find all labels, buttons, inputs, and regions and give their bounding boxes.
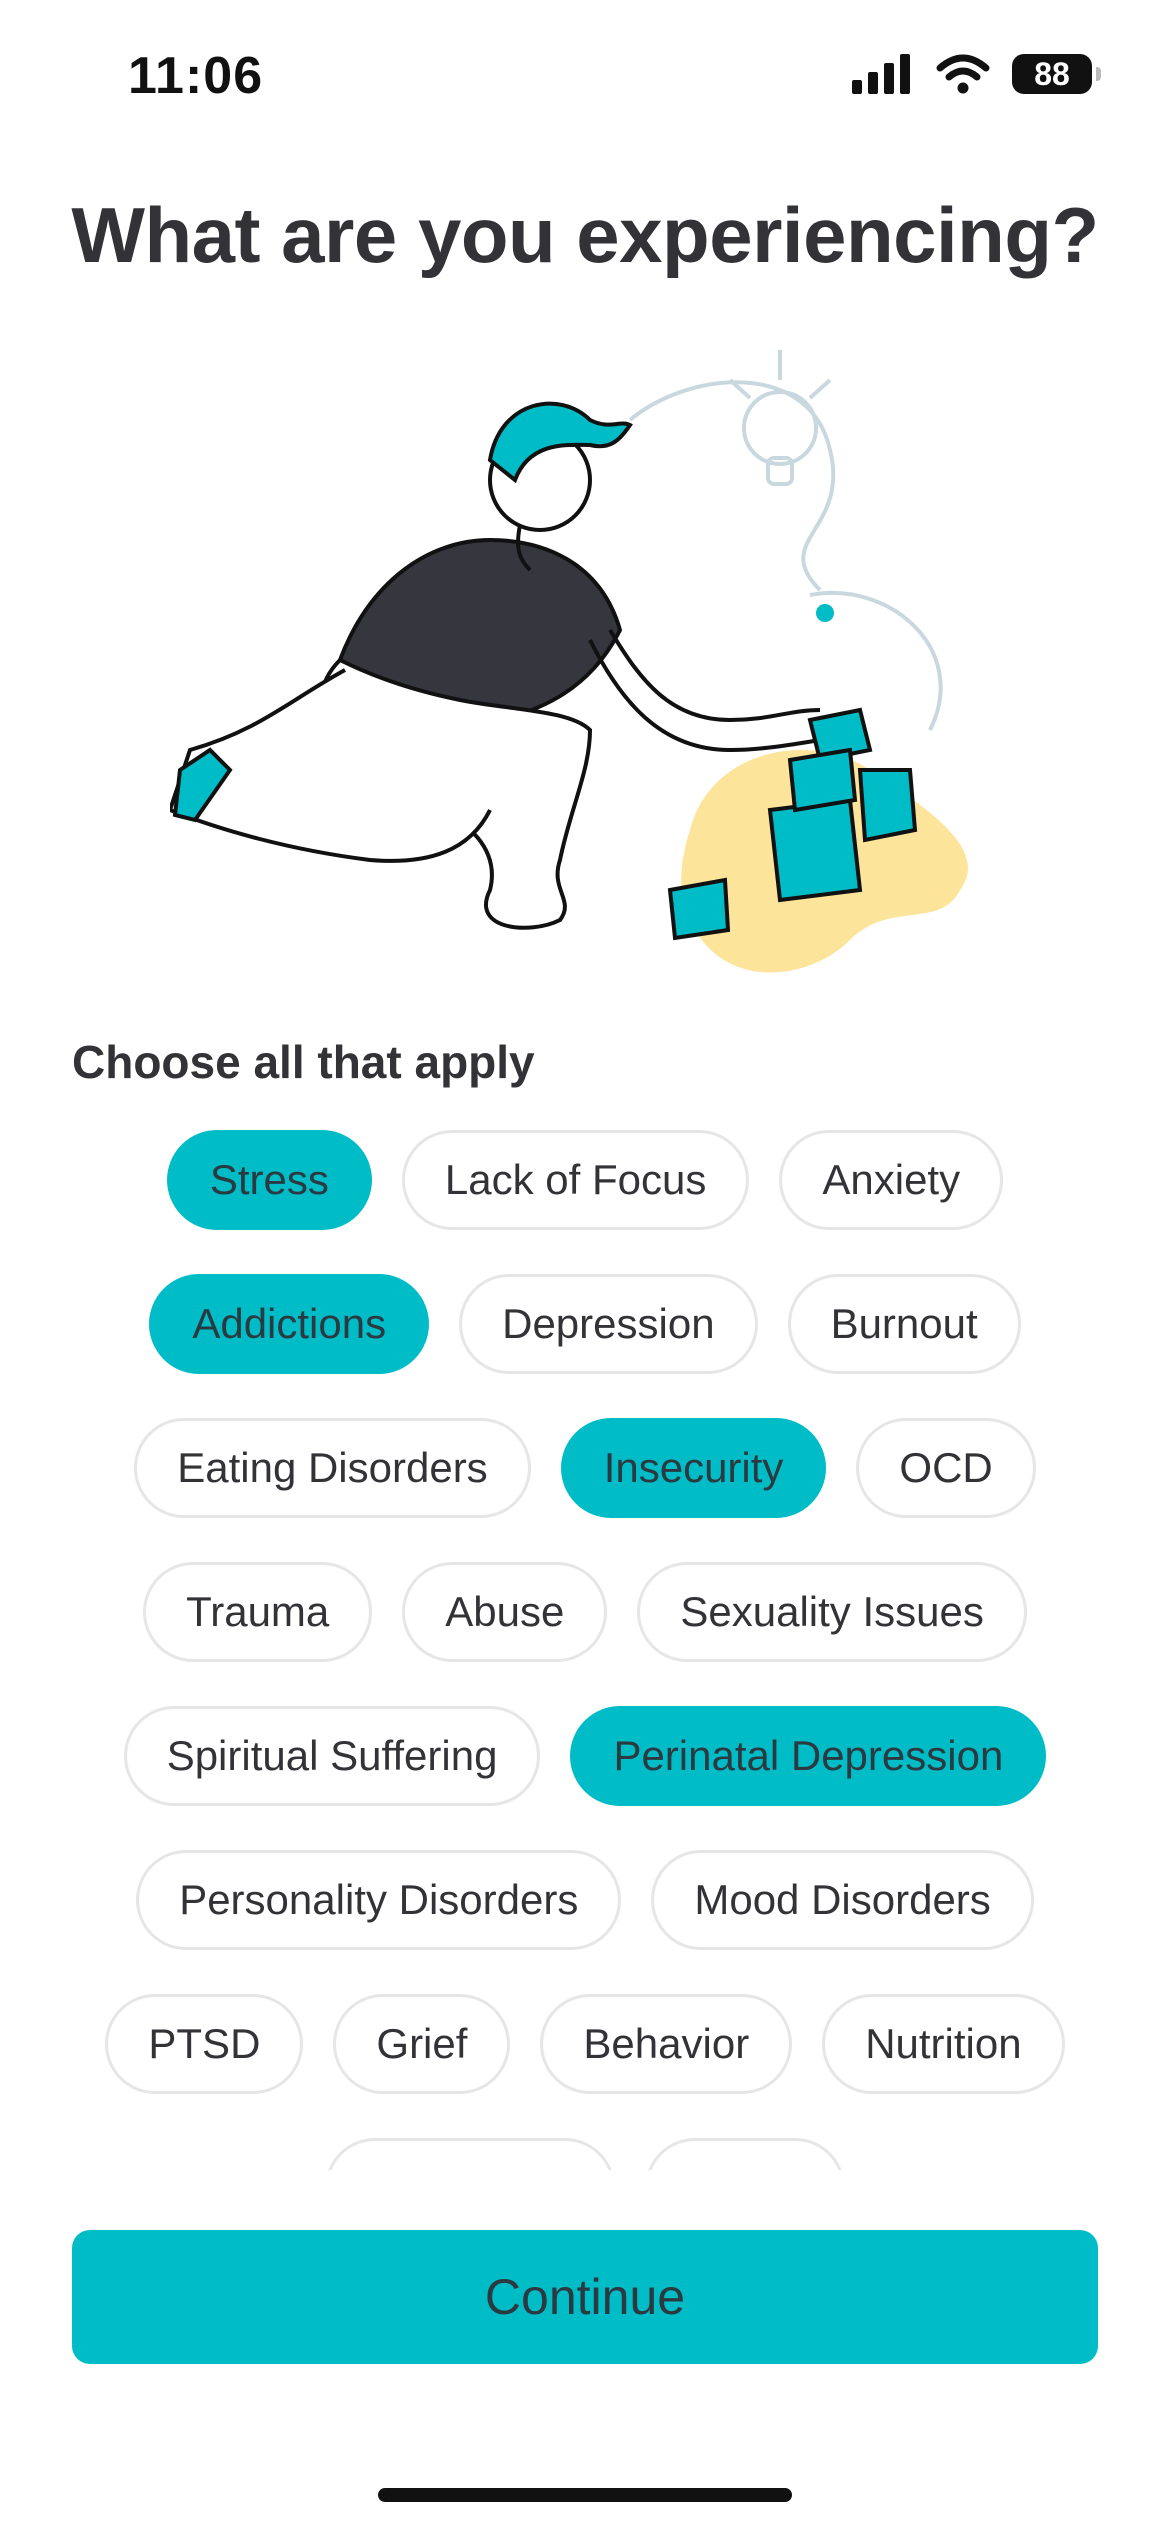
chip-row: Spiritual Suffering Perinatal Depression <box>0 1706 1170 1810</box>
chip-partially-visible[interactable] <box>645 2138 845 2170</box>
status-icons: 88 <box>852 54 1101 94</box>
chip-depression[interactable]: Depression <box>459 1274 758 1374</box>
chip-row: PTSD Grief Behavior Nutrition <box>0 1994 1170 2098</box>
battery-level: 88 <box>1034 55 1070 92</box>
cellular-signal-icon <box>852 54 910 94</box>
chip-ptsd[interactable]: PTSD <box>105 1994 304 2094</box>
chip-addictions[interactable]: Addictions <box>149 1274 430 1374</box>
chip-row: Personality Disorders Mood Disorders <box>0 1850 1170 1954</box>
wifi-icon <box>936 54 990 94</box>
chip-row: Trauma Abuse Sexuality Issues <box>0 1562 1170 1666</box>
status-bar: 11:06 88 <box>0 0 1170 150</box>
chip-insecurity[interactable]: Insecurity <box>560 1418 827 1518</box>
chip-nutrition[interactable]: Nutrition <box>822 1994 1065 2094</box>
chip-perinatal-depression[interactable]: Perinatal Depression <box>570 1706 1047 1806</box>
chip-burnout[interactable]: Burnout <box>787 1274 1021 1374</box>
chip-anxiety[interactable]: Anxiety <box>779 1130 1004 1230</box>
chip-spiritual-suffering[interactable]: Spiritual Suffering <box>123 1706 541 1806</box>
chip-row: Eating Disorders Insecurity OCD <box>0 1418 1170 1522</box>
choose-all-label: Choose all that apply <box>72 1036 535 1088</box>
home-indicator[interactable] <box>378 2488 792 2502</box>
chip-trauma[interactable]: Trauma <box>143 1562 373 1662</box>
chip-abuse[interactable]: Abuse <box>402 1562 608 1662</box>
chip-row <box>0 2138 1170 2170</box>
status-time: 11:06 <box>128 47 264 105</box>
battery-icon: 88 <box>1012 54 1101 94</box>
chip-ocd[interactable]: OCD <box>856 1418 1036 1518</box>
chip-grief[interactable]: Grief <box>333 1994 511 2094</box>
chip-eating-disorders[interactable]: Eating Disorders <box>134 1418 531 1518</box>
chip-row: Stress Lack of Focus Anxiety <box>0 1130 1170 1234</box>
page-title: What are you experiencing? <box>71 191 1099 279</box>
chip-behavior[interactable]: Behavior <box>540 1994 793 2094</box>
chip-sexuality-issues[interactable]: Sexuality Issues <box>637 1562 1027 1662</box>
concern-chip-list[interactable]: Stress Lack of Focus Anxiety Addictions … <box>0 1130 1170 2170</box>
chip-lack-of-focus[interactable]: Lack of Focus <box>401 1130 750 1230</box>
chip-mood-disorders[interactable]: Mood Disorders <box>651 1850 1034 1950</box>
chip-row: Addictions Depression Burnout <box>0 1274 1170 1378</box>
chip-personality-disorders[interactable]: Personality Disorders <box>136 1850 622 1950</box>
chip-partially-visible[interactable] <box>325 2138 615 2170</box>
continue-button[interactable]: Continue <box>72 2230 1098 2364</box>
chip-stress[interactable]: Stress <box>166 1130 372 1230</box>
person-building-blocks-illustration <box>170 350 968 973</box>
